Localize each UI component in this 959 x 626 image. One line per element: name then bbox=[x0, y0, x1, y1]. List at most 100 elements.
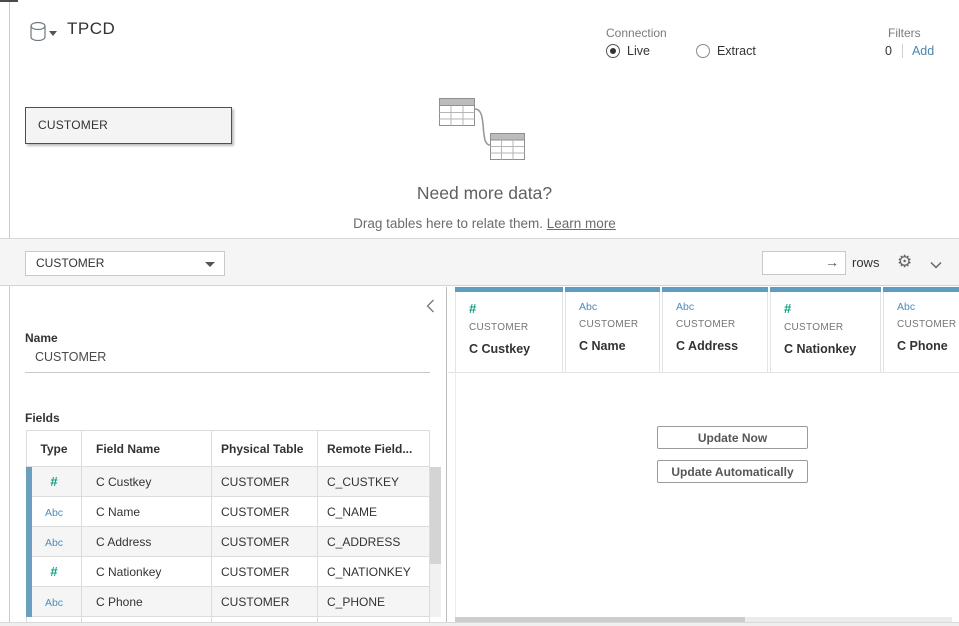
string-type-icon[interactable]: Abc bbox=[45, 597, 63, 609]
grid-column-headers: # CUSTOMER C Custkey Abc CUSTOMER C Name Abc CU… bbox=[455, 287, 959, 372]
grid-column-header[interactable]: #CUSTOMERC Nationkey bbox=[770, 287, 881, 372]
database-icon[interactable] bbox=[29, 21, 47, 46]
field-metadata-panel: Name CUSTOMER Fields TypeField NamePhysi… bbox=[10, 287, 447, 622]
live-radio-label[interactable]: Live bbox=[627, 44, 650, 58]
field-row[interactable]: Abc C PhoneCUSTOMERC_PHONE bbox=[27, 587, 430, 617]
scrollbar-thumb[interactable] bbox=[430, 467, 441, 564]
filters-divider bbox=[902, 44, 903, 58]
table-name-value[interactable]: CUSTOMER bbox=[35, 350, 106, 364]
string-type-icon[interactable]: Abc bbox=[45, 507, 63, 519]
fields-label: Fields bbox=[25, 411, 60, 425]
row-limit-input[interactable]: → bbox=[762, 251, 846, 275]
number-type-icon[interactable]: # bbox=[50, 474, 57, 489]
collapse-panel-icon[interactable] bbox=[426, 299, 435, 316]
extract-radio-label[interactable]: Extract bbox=[717, 44, 756, 58]
fields-column-header[interactable]: Field Name bbox=[82, 431, 212, 467]
field-name-cell: C Address bbox=[82, 527, 212, 557]
field-row[interactable]: # C NationkeyCUSTOMERC_NATIONKEY bbox=[27, 557, 430, 587]
column-table-label: CUSTOMER bbox=[469, 322, 562, 333]
column-header-body: Abc CUSTOMER C Address bbox=[662, 292, 768, 372]
grid-header-divider bbox=[448, 372, 959, 373]
column-table-label: CUSTOMER bbox=[676, 319, 767, 330]
fields-column-header[interactable]: Remote Field... bbox=[318, 431, 430, 467]
rows-label: rows bbox=[852, 255, 879, 270]
column-table-label: CUSTOMER bbox=[897, 319, 959, 330]
grid-left-edge bbox=[455, 372, 456, 617]
string-type-icon[interactable]: Abc bbox=[45, 537, 63, 549]
collapse-grid-chevron-icon[interactable] bbox=[930, 258, 942, 272]
filters-row: 0 Add bbox=[885, 44, 934, 58]
grid-column-header[interactable]: # CUSTOMER C Custkey bbox=[455, 287, 563, 372]
string-type-icon[interactable]: Abc bbox=[676, 301, 767, 313]
name-field-underline bbox=[25, 372, 430, 373]
learn-more-link[interactable]: Learn more bbox=[547, 216, 616, 231]
data-grid-panel: # CUSTOMER C Custkey Abc CUSTOMER C Name Abc CU… bbox=[448, 287, 959, 622]
database-dropdown-caret[interactable] bbox=[49, 31, 57, 36]
fields-table: TypeField NamePhysical TableRemote Field… bbox=[26, 430, 430, 623]
column-field-name: C Nationkey bbox=[784, 342, 880, 356]
extract-radio[interactable] bbox=[696, 44, 710, 58]
column-header-body: Abc CUSTOMER C Phone bbox=[883, 292, 959, 372]
connection-radio-group: Live Extract bbox=[606, 44, 802, 58]
remote-field-cell: C_ADDRESS bbox=[318, 527, 430, 557]
add-filter-link[interactable]: Add bbox=[912, 44, 934, 58]
chevron-down-icon bbox=[205, 262, 215, 267]
remote-field-cell: C_CUSTKEY bbox=[318, 467, 430, 497]
update-automatically-button[interactable]: Update Automatically bbox=[657, 460, 808, 483]
datasource-toolbar: CUSTOMER → rows ⚙ bbox=[0, 238, 959, 286]
remote-field-cell: C_PHONE bbox=[318, 587, 430, 617]
grid-column-header[interactable]: Abc CUSTOMER C Name bbox=[565, 287, 660, 372]
empty-state-subtitle: Drag tables here to relate them. Learn m… bbox=[10, 216, 959, 231]
update-now-button[interactable]: Update Now bbox=[657, 426, 808, 449]
datasource-title[interactable]: TPCD bbox=[67, 19, 115, 39]
empty-state-title: Need more data? bbox=[10, 183, 959, 204]
live-radio[interactable] bbox=[606, 44, 620, 58]
column-table-label: CUSTOMER bbox=[579, 319, 659, 330]
filters-count: 0 bbox=[885, 44, 892, 58]
field-row[interactable]: Abc C AddressCUSTOMERC_ADDRESS bbox=[27, 527, 430, 557]
physical-table-cell: CUSTOMER bbox=[212, 557, 318, 587]
remote-field-cell: C_NATIONKEY bbox=[318, 557, 430, 587]
physical-table-cell: CUSTOMER bbox=[212, 467, 318, 497]
gear-icon[interactable]: ⚙ bbox=[897, 252, 912, 272]
remote-field-cell: C_NAME bbox=[318, 497, 430, 527]
grid-column-header[interactable]: Abc CUSTOMER C Phone bbox=[883, 287, 959, 372]
empty-state-hint: Drag tables here to relate them. bbox=[353, 216, 543, 231]
field-row[interactable]: # C CustkeyCUSTOMERC_CUSTKEY bbox=[27, 467, 430, 497]
bottom-scroll-gutter bbox=[0, 622, 959, 626]
column-field-name: C Phone bbox=[897, 339, 959, 353]
grid-column-header[interactable]: Abc CUSTOMER C Address bbox=[662, 287, 768, 372]
column-field-name: C Custkey bbox=[469, 342, 562, 356]
number-type-icon[interactable]: # bbox=[469, 301, 562, 316]
column-field-name: C Address bbox=[676, 339, 767, 353]
field-name-cell: C Nationkey bbox=[82, 557, 212, 587]
fields-column-header[interactable]: Type bbox=[27, 431, 82, 467]
connection-label: Connection bbox=[606, 26, 667, 40]
string-type-icon[interactable]: Abc bbox=[579, 301, 659, 313]
physical-table-cell: CUSTOMER bbox=[212, 527, 318, 557]
column-header-body: # CUSTOMER C Custkey bbox=[455, 292, 563, 372]
field-row[interactable]: Abc C NameCUSTOMERC_NAME bbox=[27, 497, 430, 527]
fields-table-body: #C CustkeyCUSTOMERC_CUSTKEYAbcC NameCUST… bbox=[27, 467, 430, 623]
customer-table-chip[interactable]: CUSTOMER bbox=[25, 107, 232, 144]
table-selector-dropdown[interactable]: CUSTOMER bbox=[25, 251, 225, 276]
column-field-name: C Name bbox=[579, 339, 659, 353]
fields-column-header[interactable]: Physical Table bbox=[212, 431, 318, 467]
filters-label: Filters bbox=[888, 26, 921, 40]
column-header-body: Abc CUSTOMER C Name bbox=[565, 292, 660, 372]
field-name-cell: C Phone bbox=[82, 587, 212, 617]
relate-tables-illustration bbox=[437, 94, 529, 169]
row-selection-strip bbox=[26, 467, 32, 617]
table-selector-value: CUSTOMER bbox=[36, 256, 104, 270]
window-edge-mark bbox=[0, 0, 18, 2]
field-name-cell: C Custkey bbox=[82, 467, 212, 497]
physical-table-cell: CUSTOMER bbox=[212, 497, 318, 527]
physical-table-cell: CUSTOMER bbox=[212, 587, 318, 617]
fields-vertical-scrollbar[interactable] bbox=[430, 467, 441, 617]
string-type-icon[interactable]: Abc bbox=[897, 301, 959, 313]
field-name-cell: C Name bbox=[82, 497, 212, 527]
number-type-icon[interactable]: # bbox=[784, 301, 880, 316]
name-label: Name bbox=[25, 331, 58, 345]
arrow-right-icon: → bbox=[825, 254, 839, 270]
number-type-icon[interactable]: # bbox=[50, 564, 57, 579]
